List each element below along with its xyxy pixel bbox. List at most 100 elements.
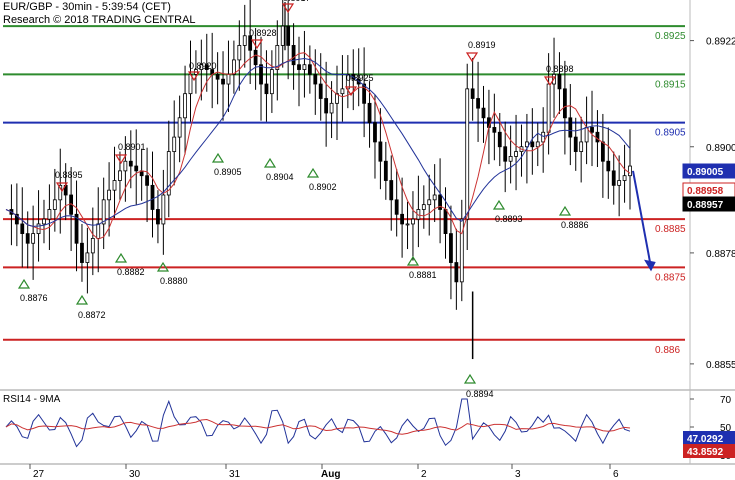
candle-body xyxy=(172,136,177,152)
candle-body xyxy=(443,209,448,235)
candle-body xyxy=(96,223,101,239)
candle-body xyxy=(134,165,139,172)
trough-label: 0.8905 xyxy=(214,167,242,177)
trough-label: 0.8886 xyxy=(561,220,589,230)
candle-body xyxy=(156,209,160,225)
candle-body xyxy=(20,223,25,234)
price-tag-label: 0.88958 xyxy=(687,186,724,197)
level-label: 0.8925 xyxy=(655,31,686,42)
peak-label: 0.8928 xyxy=(249,28,277,38)
candle-body xyxy=(90,238,95,254)
trough-marker xyxy=(306,167,320,178)
candle-body xyxy=(42,218,46,225)
peak-label: 0.8901 xyxy=(118,142,146,152)
candle-body xyxy=(476,98,480,109)
candle-body xyxy=(562,88,567,119)
level-label: 0.8885 xyxy=(655,224,686,235)
candle-body xyxy=(383,160,388,181)
candle-body xyxy=(340,88,345,95)
candle-body xyxy=(606,160,611,172)
peak-label: 0.8898 xyxy=(546,64,574,74)
rsi-line xyxy=(5,398,631,448)
peak-marker xyxy=(250,39,264,50)
price-tag-label: 0.89005 xyxy=(687,167,724,178)
candle-body xyxy=(568,117,573,138)
chart-root: 0.88550.88780.89000.8922305070273031Aug2… xyxy=(0,0,735,480)
trough-label: 0.8893 xyxy=(495,214,523,224)
peak-label: 0.8917 xyxy=(283,0,311,3)
copyright-text: Research © 2018 TRADING CENTRAL xyxy=(3,14,196,26)
candle-body xyxy=(237,45,242,61)
peak-label: 0.8925 xyxy=(346,73,374,83)
trough-marker xyxy=(558,205,572,216)
y-tick-label: 0.8878 xyxy=(706,249,735,260)
candle-body xyxy=(497,131,502,148)
candle-body xyxy=(546,83,551,133)
rsi-price-tag-label: 43.8592 xyxy=(687,447,724,458)
candle-body xyxy=(481,107,486,119)
y-tick-label: 0.8855 xyxy=(706,360,735,371)
candle-body xyxy=(318,83,323,99)
candle-body xyxy=(177,117,182,138)
trough-label: 0.8904 xyxy=(266,172,294,182)
candle-body xyxy=(259,64,263,85)
candle-body xyxy=(400,213,405,225)
y-tick-label: 0.8922 xyxy=(706,37,735,48)
candle-body xyxy=(123,160,128,172)
candle-body xyxy=(449,233,453,263)
candle-body xyxy=(503,146,508,162)
candle-body xyxy=(226,73,231,85)
candle-body xyxy=(324,98,329,114)
chart-svg: 0.88550.88780.89000.8922305070273031Aug2… xyxy=(0,0,735,480)
candle-body xyxy=(52,199,57,210)
trough-marker xyxy=(211,152,225,163)
candle-body xyxy=(590,127,594,133)
peak-label: 0.8919 xyxy=(468,40,496,50)
candle-body xyxy=(465,88,470,220)
trough-label: 0.8872 xyxy=(78,310,106,320)
level-label: 0.8915 xyxy=(655,79,686,90)
candle-body xyxy=(611,170,616,186)
candle-body xyxy=(302,64,307,70)
trough-marker xyxy=(463,373,477,384)
peak-label: 0.8920 xyxy=(189,61,217,71)
candle-body xyxy=(432,194,437,201)
candle-body xyxy=(535,141,540,148)
candle-body xyxy=(128,160,133,167)
candle-body xyxy=(454,262,459,283)
candle-body xyxy=(280,25,285,46)
rsi-ma-line xyxy=(5,418,631,435)
peak-label: 0.8895 xyxy=(55,170,83,180)
candle-body xyxy=(313,73,318,85)
trough-label: 0.8881 xyxy=(409,270,437,280)
trough-marker xyxy=(263,157,277,168)
x-tick-label: Aug xyxy=(321,469,340,480)
trough-label: 0.8882 xyxy=(117,267,145,277)
candle-body xyxy=(617,180,622,186)
candle-body xyxy=(183,93,187,119)
candle-body xyxy=(573,136,578,152)
candle-body xyxy=(253,49,258,66)
candle-body xyxy=(405,223,410,226)
candle-body xyxy=(307,64,312,75)
candle-body xyxy=(600,141,605,162)
candle-body xyxy=(514,151,518,157)
trough-marker xyxy=(114,252,128,263)
candle-body xyxy=(579,141,584,152)
candle-body xyxy=(145,175,149,186)
candle-body xyxy=(595,131,600,143)
candle-body xyxy=(188,73,193,95)
rsi-price-tag-label: 47.0292 xyxy=(687,434,724,445)
candle-body xyxy=(25,233,30,244)
price-tag-label: 0.88957 xyxy=(687,200,724,211)
candle-body xyxy=(297,64,301,70)
candle-body xyxy=(508,155,513,162)
trough-label: 0.8894 xyxy=(466,389,494,399)
x-tick-label: 31 xyxy=(229,469,241,480)
candle-body xyxy=(47,209,52,220)
candles xyxy=(9,0,632,310)
candle-body xyxy=(378,141,383,162)
peak-marker xyxy=(465,52,479,63)
candle-body xyxy=(215,73,220,80)
trough-label: 0.8880 xyxy=(160,276,188,286)
